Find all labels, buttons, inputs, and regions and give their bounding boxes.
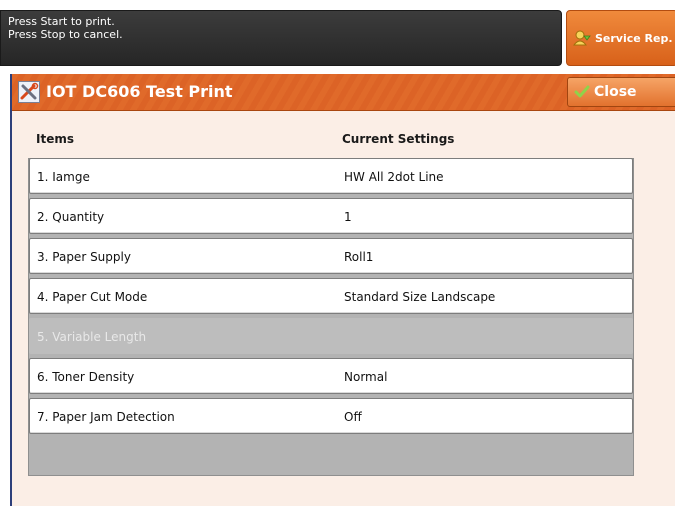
item-label: 1. Iamge	[37, 170, 90, 184]
item-setting: Roll1	[344, 250, 374, 264]
items-header: Items	[36, 132, 74, 146]
item-label: 7. Paper Jam Detection	[37, 410, 175, 424]
service-rep-button[interactable]: Service Rep.	[566, 10, 675, 66]
check-icon	[574, 85, 590, 99]
item-label: 3. Paper Supply	[37, 250, 131, 264]
item-label: 6. Toner Density	[37, 370, 135, 384]
item-label: 2. Quantity	[37, 210, 105, 224]
service-rep-icon	[572, 30, 591, 46]
tools-icon	[18, 81, 40, 103]
item-setting: Off	[344, 410, 362, 424]
item-label: 4. Paper Cut Mode	[37, 290, 148, 304]
dialog-title-bar: IOT DC606 Test Print Close	[12, 74, 675, 111]
item-setting: Normal	[344, 370, 388, 384]
current-settings-header: Current Settings	[342, 132, 455, 146]
message-bar: Press Start to print. Press Stop to canc…	[0, 0, 675, 68]
list-item-paper-jam-detection[interactable]: 7. Paper Jam Detection Off	[29, 398, 633, 434]
list-item-paper-supply[interactable]: 3. Paper Supply Roll1	[29, 238, 633, 274]
settings-list: 1. Iamge HW All 2dot Line 2. Quantity 1 …	[28, 158, 634, 476]
message-line-1: Press Start to print.	[8, 15, 115, 28]
item-setting: 1	[344, 210, 352, 224]
close-button[interactable]: Close	[567, 77, 675, 107]
column-headers: Items Current Settings	[36, 132, 636, 150]
list-item-variable-length: 5. Variable Length	[29, 318, 633, 354]
list-item-toner-density[interactable]: 6. Toner Density Normal	[29, 358, 633, 394]
dialog-title: IOT DC606 Test Print	[46, 82, 233, 101]
item-label: 5. Variable Length	[37, 330, 147, 344]
close-label: Close	[594, 84, 637, 100]
status-message: Press Start to print. Press Stop to canc…	[0, 10, 562, 66]
list-item-image[interactable]: 1. Iamge HW All 2dot Line	[29, 158, 633, 194]
message-line-2: Press Stop to cancel.	[8, 28, 123, 41]
test-print-dialog: IOT DC606 Test Print Close Items Current…	[10, 74, 675, 506]
list-item-quantity[interactable]: 2. Quantity 1	[29, 198, 633, 234]
item-setting: HW All 2dot Line	[344, 170, 444, 184]
service-rep-label: Service Rep.	[595, 31, 673, 45]
item-setting: Standard Size Landscape	[344, 290, 496, 304]
list-item-paper-cut-mode[interactable]: 4. Paper Cut Mode Standard Size Landscap…	[29, 278, 633, 314]
